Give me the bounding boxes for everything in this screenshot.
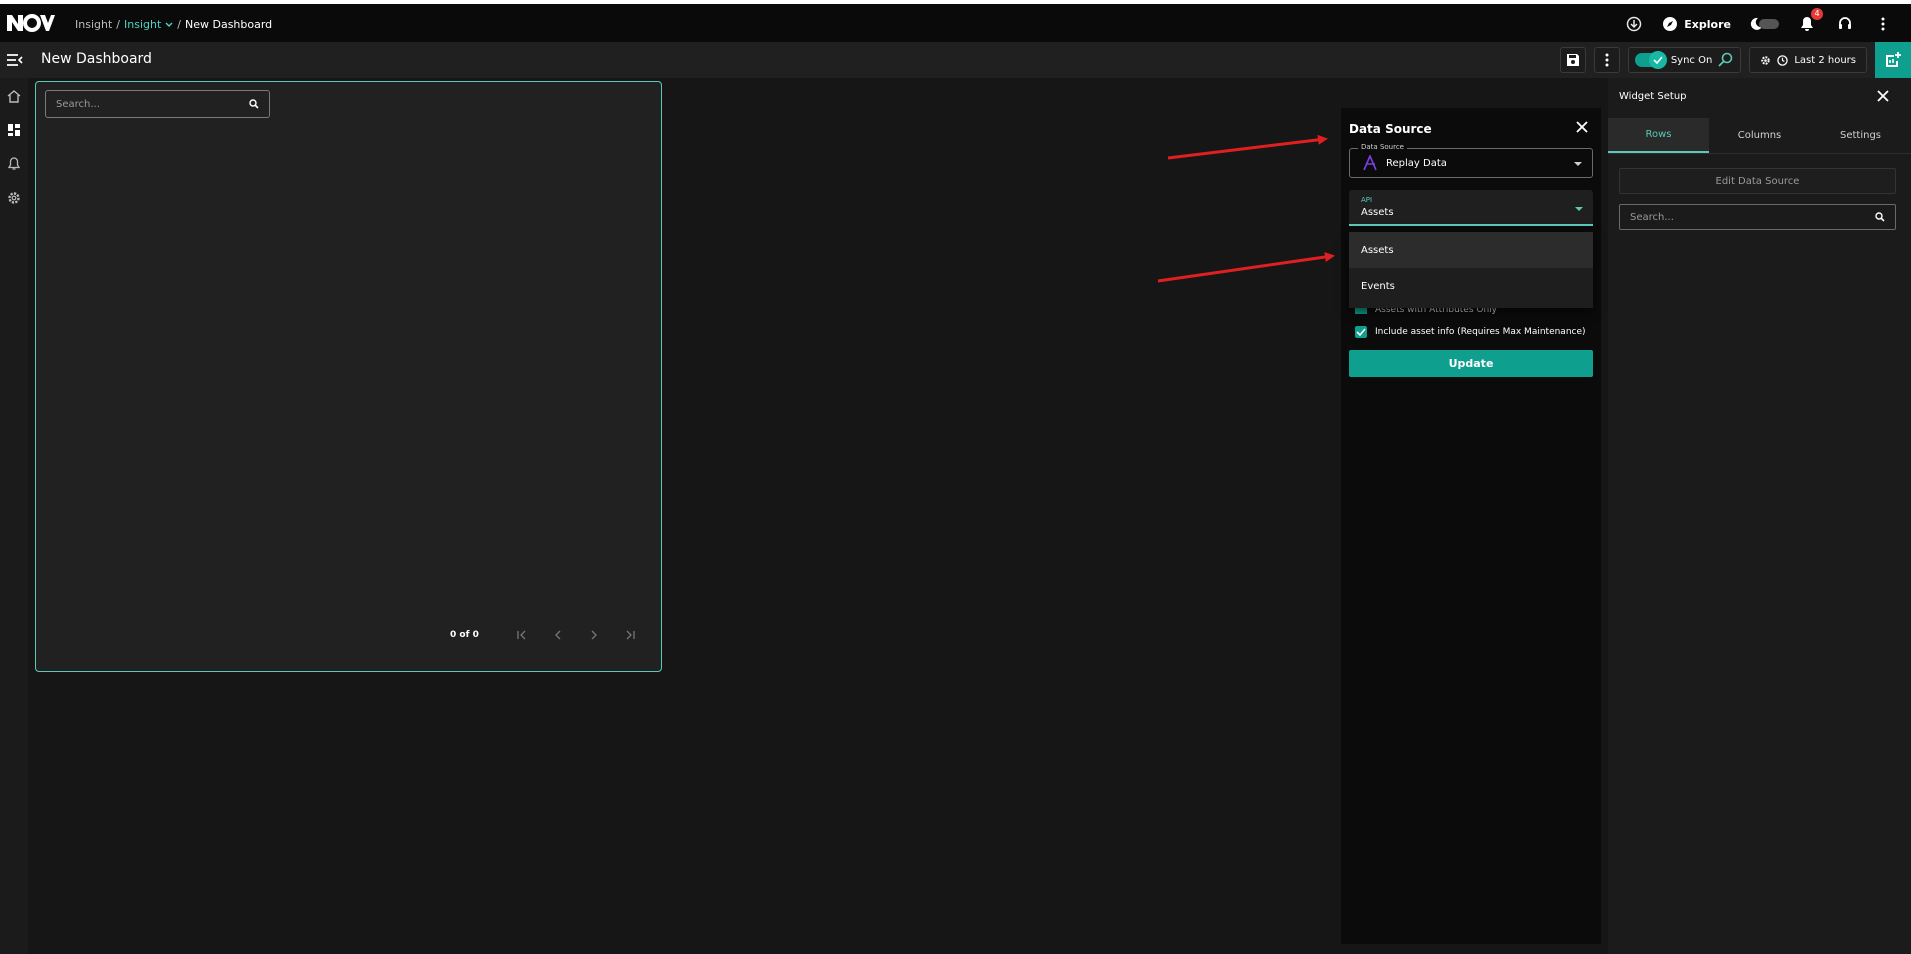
- gear-icon: [8, 192, 20, 204]
- nov-logo[interactable]: [7, 13, 55, 33]
- compass-icon: [1663, 17, 1678, 31]
- tab-settings[interactable]: Settings: [1810, 118, 1911, 153]
- clock-icon: [1777, 54, 1789, 66]
- top-actions: Explore 4: [1624, 8, 1893, 34]
- menu-collapse-icon[interactable]: [6, 52, 24, 68]
- breadcrumb: Insight / Insight / New Dashboard: [75, 18, 272, 31]
- support-icon[interactable]: [1835, 14, 1855, 34]
- breadcrumb-separator: /: [177, 18, 181, 31]
- arrow-to-data-source: [1167, 134, 1328, 160]
- nav-dashboards[interactable]: [6, 122, 22, 138]
- arrow-to-assets-option: [1157, 252, 1335, 283]
- widget-setup-search-input[interactable]: [1630, 211, 1860, 223]
- data-source-panel: Data Source Data Source Replay Data API …: [1341, 108, 1601, 944]
- sync-label: Sync On: [1670, 54, 1713, 66]
- breadcrumb-item-insight[interactable]: Insight: [75, 18, 112, 31]
- tab-rows[interactable]: Rows: [1608, 118, 1709, 153]
- widget-search-field: [45, 90, 270, 118]
- time-range-label: Last 2 hours: [1794, 54, 1856, 66]
- api-select[interactable]: API Assets: [1349, 190, 1593, 226]
- explore-button[interactable]: Explore: [1662, 16, 1731, 32]
- search-icon[interactable]: [1875, 212, 1885, 222]
- widget-setup-search-field: [1619, 204, 1896, 230]
- replay-logo-icon: [1363, 155, 1377, 171]
- breadcrumb-item-current: New Dashboard: [185, 18, 273, 31]
- api-value: Assets: [1361, 207, 1394, 218]
- theme-toggle[interactable]: [1749, 17, 1779, 31]
- data-source-select[interactable]: Data Source Replay Data: [1349, 143, 1593, 178]
- first-page-icon[interactable]: [515, 628, 529, 642]
- top-bar: Insight / Insight / New Dashboard Explor…: [0, 0, 1911, 42]
- gear-icon: [1761, 55, 1771, 65]
- checkbox-checked-icon[interactable]: [1355, 326, 1367, 338]
- api-option-events[interactable]: Events: [1349, 268, 1593, 304]
- widget-setup-panel: Widget Setup Rows Columns Settings Edit …: [1608, 78, 1911, 954]
- bell-icon: [1801, 17, 1813, 31]
- dropdown-caret-icon: [1574, 162, 1582, 166]
- sync-control: Sync On: [1627, 47, 1742, 73]
- close-icon[interactable]: [1575, 120, 1589, 134]
- time-range-button[interactable]: Last 2 hours: [1749, 47, 1867, 73]
- widget-setup-tabs: Rows Columns Settings: [1608, 118, 1911, 154]
- zoom-search-icon[interactable]: [1718, 52, 1734, 68]
- dropdown-caret-icon: [1575, 207, 1583, 211]
- notification-badge: 4: [1811, 8, 1823, 20]
- notifications-button[interactable]: 4: [1797, 8, 1823, 34]
- dashboard-icon: [8, 124, 20, 136]
- home-icon: [7, 90, 21, 103]
- include-asset-info-label: Include asset info (Requires Max Mainten…: [1375, 327, 1586, 337]
- api-dropdown-menu: Assets Events: [1349, 232, 1593, 308]
- chevron-down-icon[interactable]: [165, 22, 173, 28]
- update-button[interactable]: Update: [1349, 350, 1593, 377]
- nav-settings[interactable]: [6, 190, 22, 206]
- check-icon: [1653, 56, 1663, 64]
- last-page-icon[interactable]: [623, 628, 637, 642]
- pagination-count: 0 of 0: [450, 630, 479, 640]
- bell-icon: [8, 157, 20, 170]
- widget-search-input[interactable]: [56, 98, 236, 110]
- explore-label: Explore: [1684, 17, 1731, 31]
- add-chart-icon: [1886, 52, 1901, 67]
- save-icon: [1566, 54, 1579, 66]
- toolbar-actions: Sync On Last 2 hours: [1559, 42, 1911, 78]
- download-icon[interactable]: [1624, 14, 1644, 34]
- api-option-assets[interactable]: Assets: [1349, 232, 1593, 268]
- left-navigation: [0, 78, 28, 954]
- dashboard-toolbar: New Dashboard Sync On Last 2 hours: [0, 42, 1911, 78]
- nav-alerts[interactable]: [6, 156, 22, 172]
- theme-toggle-track: [1759, 19, 1779, 29]
- prev-page-icon[interactable]: [551, 628, 565, 642]
- api-label: API: [1361, 196, 1373, 204]
- include-asset-info-option[interactable]: Include asset info (Requires Max Mainten…: [1355, 326, 1586, 338]
- pagination: 0 of 0: [450, 628, 637, 642]
- tab-columns[interactable]: Columns: [1709, 118, 1810, 153]
- breadcrumb-item-insight-dropdown[interactable]: Insight: [124, 18, 161, 31]
- more-vert-icon[interactable]: [1873, 14, 1893, 34]
- data-source-label: Data Source: [1358, 143, 1407, 151]
- nav-home[interactable]: [6, 88, 22, 104]
- widget-setup-title: Widget Setup: [1619, 91, 1687, 102]
- search-icon[interactable]: [249, 99, 259, 109]
- data-source-title: Data Source: [1349, 122, 1432, 136]
- add-widget-button[interactable]: [1875, 42, 1911, 78]
- breadcrumb-separator: /: [116, 18, 120, 31]
- edit-data-source-button[interactable]: Edit Data Source: [1619, 168, 1896, 194]
- save-button[interactable]: [1559, 47, 1586, 73]
- more-vert-icon: [1605, 53, 1609, 67]
- data-source-value: Replay Data: [1386, 158, 1447, 169]
- sync-toggle[interactable]: [1634, 51, 1667, 69]
- more-options-button[interactable]: [1593, 47, 1620, 73]
- table-widget[interactable]: 0 of 0: [35, 81, 662, 672]
- close-icon[interactable]: [1876, 89, 1890, 103]
- next-page-icon[interactable]: [587, 628, 601, 642]
- page-title: New Dashboard: [41, 51, 152, 67]
